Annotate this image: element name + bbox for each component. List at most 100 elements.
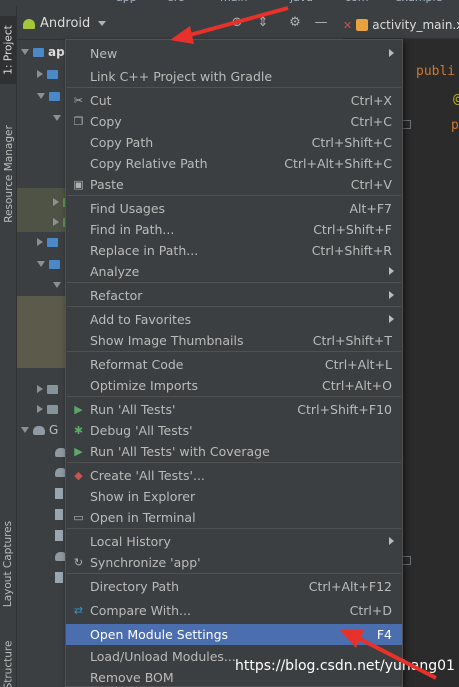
fold-marker-icon[interactable]: [402, 120, 411, 129]
menu-item-show-in-explorer[interactable]: Show in Explorer: [66, 486, 402, 507]
tree-row[interactable]: [37, 231, 58, 253]
tree-row[interactable]: [37, 253, 60, 275]
expand-arrow-icon[interactable]: [53, 115, 61, 121]
submenu-arrow-icon: [389, 315, 394, 323]
collapse-arrow-icon[interactable]: [37, 238, 43, 246]
resource-manager-tool-tab[interactable]: Resource Manager: [0, 116, 17, 231]
folder-icon: [47, 404, 58, 414]
menu-item-find-usages[interactable]: Find Usages Alt+F7: [66, 198, 402, 219]
menu-item-run-all-tests-with-coverage[interactable]: ▶ Run 'All Tests' with Coverage: [66, 441, 402, 462]
menu-item-run-all-tests[interactable]: ▶ Run 'All Tests' Ctrl+Shift+F10: [66, 399, 402, 420]
collapse-arrow-icon[interactable]: [53, 198, 59, 206]
menu-item-link-c-project-with-gradle[interactable]: Link C++ Project with Gradle: [66, 66, 402, 87]
tree-row-label: G: [49, 423, 59, 437]
menu-item-label: Compare With...: [90, 603, 191, 618]
tree-row[interactable]: [37, 378, 58, 400]
menu-item-replace-in-path[interactable]: Replace in Path... Ctrl+Shift+R: [66, 240, 402, 261]
tree-row[interactable]: [55, 482, 63, 504]
submenu-arrow-icon: [389, 537, 394, 545]
menu-item-label: Open Module Settings: [90, 627, 229, 642]
code-line[interactable]: @: [453, 92, 459, 107]
menu-item-compare-with[interactable]: ⇄ Compare With... Ctrl+D: [66, 600, 402, 621]
menu-item-copy[interactable]: ❐ Copy Ctrl+C: [66, 111, 402, 132]
context-menu: New Link C++ Project with Gradle ✂ Cut Ctrl+…: [65, 39, 403, 687]
menu-item-label: Create 'All Tests'...: [90, 468, 205, 483]
expand-arrow-icon[interactable]: [21, 427, 29, 433]
menu-item-shortcut: Ctrl+Alt+F12: [308, 579, 392, 594]
tree-row[interactable]: [37, 63, 58, 85]
breadcrumb-item[interactable]: example: [395, 0, 442, 4]
tree-row-gradle-scripts[interactable]: G: [21, 419, 58, 441]
annotation-arrow-top: [170, 6, 289, 44]
breadcrumb-item[interactable]: app: [116, 0, 137, 4]
menu-item-create-all-tests[interactable]: ◆ Create 'All Tests'...: [66, 465, 402, 486]
menu-item-reformat-code[interactable]: Reformat Code Ctrl+Alt+L: [66, 354, 402, 375]
menu-item-shortcut: Ctrl+Shift+R: [311, 243, 392, 258]
menu-item-label: Synchronize 'app': [90, 555, 201, 570]
android-icon: [23, 18, 35, 29]
editor-tab-activity-main[interactable]: ✕ activity_main.xml: [343, 14, 459, 36]
menu-item-add-to-favorites[interactable]: Add to Favorites: [66, 309, 402, 330]
menu-item-refactor[interactable]: Refactor: [66, 285, 402, 306]
expand-arrow-icon[interactable]: [37, 261, 45, 267]
menu-item-label: Copy Path: [90, 135, 154, 150]
menu-item-new[interactable]: New: [66, 43, 402, 64]
collapse-arrow-icon[interactable]: [37, 405, 43, 413]
layout-captures-tab-label: Layout Captures: [2, 520, 15, 607]
file-icon: [55, 487, 63, 499]
breadcrumb-item[interactable]: com: [345, 0, 369, 4]
tree-row[interactable]: [37, 398, 58, 420]
collapse-arrow-icon[interactable]: [37, 70, 43, 78]
menu-item-label: Copy Relative Path: [90, 156, 208, 171]
minimize-icon[interactable]: —: [313, 15, 329, 31]
close-icon[interactable]: ✕: [343, 19, 352, 32]
menu-item-open-in-terminal[interactable]: ▭ Open in Terminal: [66, 507, 402, 528]
menu-item-debug-all-tests[interactable]: ✱ Debug 'All Tests': [66, 420, 402, 441]
menu-item-directory-path[interactable]: Directory Path Ctrl+Alt+F12: [66, 576, 402, 597]
menu-item-cut[interactable]: ✂ Cut Ctrl+X: [66, 90, 402, 111]
tree-row[interactable]: [55, 503, 63, 525]
menu-item-copy-path[interactable]: Copy Path Ctrl+Shift+C: [66, 132, 402, 153]
tree-row[interactable]: [55, 524, 63, 546]
breadcrumb-item[interactable]: java: [290, 0, 313, 4]
file-icon: [55, 508, 63, 520]
submenu-arrow-icon: [389, 267, 394, 275]
menu-item-paste[interactable]: ▣ Paste Ctrl+V: [66, 174, 402, 195]
menu-item-local-history[interactable]: Local History: [66, 531, 402, 552]
structure-tool-tab[interactable]: Structure: [0, 636, 17, 687]
menu-item-copy-relative-path[interactable]: Copy Relative Path Ctrl+Alt+Shift+C: [66, 153, 402, 174]
project-tool-tab[interactable]: 1: Project: [0, 16, 17, 84]
menu-separator: [67, 87, 401, 88]
menu-item-synchronize-app[interactable]: ↻ Synchronize 'app': [66, 552, 402, 573]
menu-item-label: Find in Path...: [90, 222, 175, 237]
code-line[interactable]: publi: [416, 64, 455, 79]
menu-item-shortcut: Ctrl+Alt+Shift+C: [284, 156, 392, 171]
menu-item-shortcut: Ctrl+Shift+F10: [297, 402, 392, 417]
menu-item-analyze[interactable]: Analyze: [66, 261, 402, 282]
folder-icon: [49, 91, 60, 101]
menu-item-find-in-path[interactable]: Find in Path... Ctrl+Shift+F: [66, 219, 402, 240]
menu-item-label: Add to Favorites: [90, 312, 192, 327]
menu-item-shortcut: Ctrl+Shift+C: [311, 135, 392, 150]
compare-icon: ⇄: [73, 604, 84, 617]
copy-icon: ❐: [73, 115, 84, 128]
project-view-label: Android: [40, 16, 91, 31]
project-view-selector[interactable]: Android: [23, 14, 107, 33]
editor-tab-bar: ✕ activity_main.xml: [343, 6, 459, 39]
tree-row[interactable]: [55, 566, 63, 588]
collapse-arrow-icon[interactable]: [37, 385, 43, 393]
collapse-arrow-icon[interactable]: [53, 218, 59, 226]
menu-item-shortcut: Ctrl+D: [349, 603, 392, 618]
tree-row-app[interactable]: ap: [21, 41, 65, 63]
fold-marker-icon[interactable]: [402, 556, 411, 565]
expand-arrow-icon[interactable]: [53, 282, 61, 288]
menu-item-show-image-thumbnails[interactable]: Show Image Thumbnails Ctrl+Shift+T: [66, 330, 402, 351]
layout-captures-tool-tab[interactable]: Layout Captures: [0, 511, 17, 616]
menu-item-optimize-imports[interactable]: Optimize Imports Ctrl+Alt+O: [66, 375, 402, 396]
menu-item-shortcut: Ctrl+C: [350, 114, 392, 129]
expand-arrow-icon[interactable]: [21, 49, 29, 55]
expand-arrow-icon[interactable]: [37, 93, 45, 99]
code-line[interactable]: p: [451, 118, 459, 133]
tree-row[interactable]: [37, 85, 60, 107]
resource-manager-tab-label: Resource Manager: [2, 124, 15, 223]
